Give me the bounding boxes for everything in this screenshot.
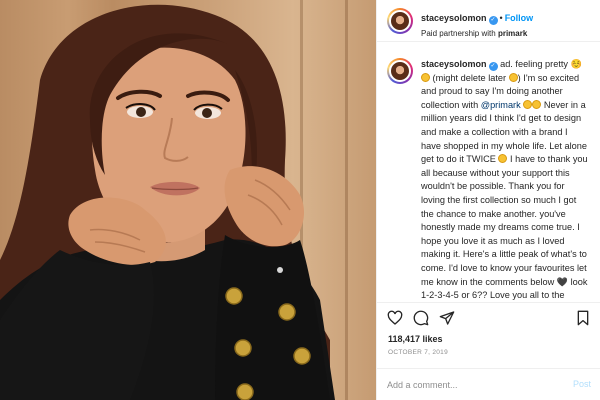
gold-button (293, 347, 311, 365)
post-comment-button[interactable]: Post (573, 379, 591, 389)
gold-button (236, 383, 254, 400)
caption-area: staceysolomon ✓ ad. feeling pretty ☺️ (mi… (377, 52, 600, 302)
avatar[interactable] (387, 8, 413, 34)
sweater-sleeve-right (215, 235, 330, 400)
partner-link[interactable]: primark (498, 29, 527, 38)
bookmark-icon[interactable] (575, 310, 591, 326)
caption-part: ad. feeling pretty ☺️ (497, 59, 583, 69)
gold-button (234, 339, 252, 357)
grin-emoji-icon (523, 99, 533, 109)
post-date[interactable]: OCTOBER 7, 2019 (388, 349, 448, 356)
partnership-prefix: Paid partnership with (421, 29, 498, 38)
comment-input[interactable] (387, 377, 557, 393)
post-photo[interactable] (0, 0, 376, 400)
follow-button[interactable]: Follow (505, 13, 534, 23)
caption-part: I have to thank you all because without … (421, 154, 588, 287)
avatar-image (389, 60, 411, 82)
ring (277, 267, 283, 273)
action-bar (377, 302, 600, 330)
caption-part: (might delete later (430, 72, 509, 83)
gold-button (278, 303, 296, 321)
grin-emoji-icon (532, 99, 542, 109)
caption-avatar[interactable] (387, 58, 413, 84)
grimace-emoji-icon (508, 72, 518, 82)
partnership-label: Paid partnership with primark (421, 29, 597, 38)
verified-badge-icon: ✓ (488, 62, 498, 71)
caption-text: staceysolomon ✓ ad. feeling pretty ☺️ (mi… (421, 58, 589, 302)
mention-link[interactable]: @primark (481, 100, 521, 110)
paper-plane-icon[interactable] (439, 310, 455, 326)
gold-button (225, 287, 243, 305)
portrait-illustration (0, 4, 335, 400)
black-heart-emoji: 🖤 (556, 276, 569, 287)
heart-icon[interactable] (387, 310, 403, 326)
comment-bubble-icon[interactable] (413, 310, 429, 326)
smile-emoji-icon (421, 72, 430, 82)
caption-username-link[interactable]: staceysolomon (421, 59, 487, 69)
separator-dot: • (499, 13, 503, 23)
username-link[interactable]: staceysolomon (421, 13, 487, 23)
post-side-panel: staceysolomon ✓ • Follow Paid partnership w… (376, 0, 600, 400)
like-count[interactable]: 118,417 likes (388, 334, 443, 344)
verified-badge-icon: ✓ (488, 16, 498, 25)
header-names: staceysolomon ✓ • Follow Paid partnership w… (421, 8, 597, 38)
avatar-image (389, 10, 411, 32)
comment-bar: Post (377, 368, 600, 400)
post-header: staceysolomon ✓ • Follow Paid partnership w… (377, 0, 600, 42)
